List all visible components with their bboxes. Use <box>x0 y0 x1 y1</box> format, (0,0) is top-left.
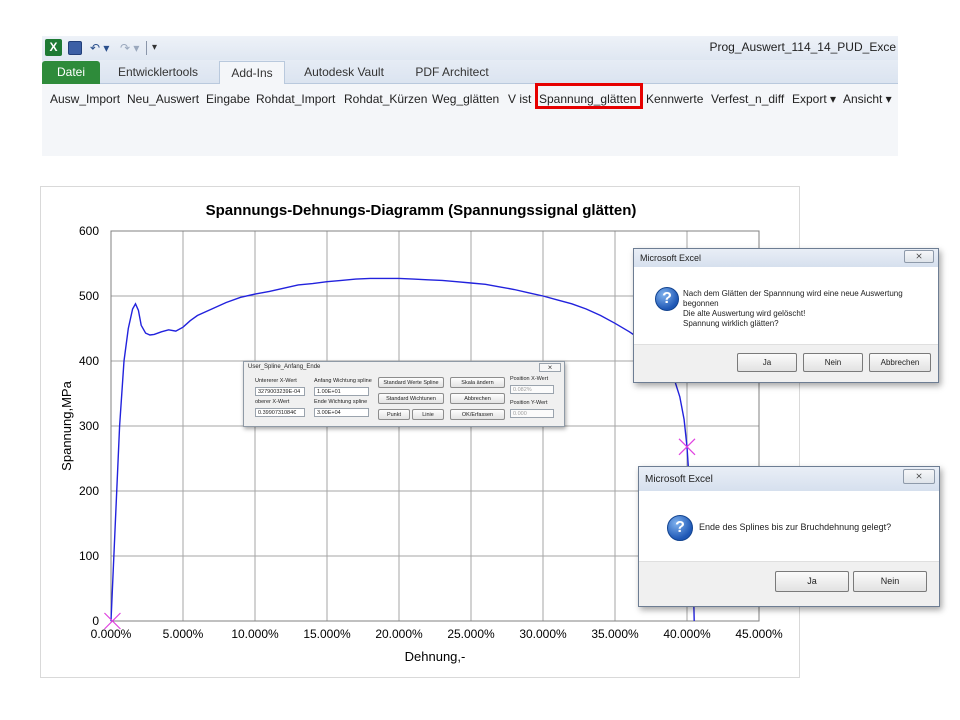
yes-button[interactable]: Ja <box>737 353 797 372</box>
y-tick-label: 400 <box>79 354 99 368</box>
x-tick-label: 30.000% <box>519 627 567 641</box>
cmd-rohdat-kuerzen[interactable]: Rohdat_Kürzen <box>344 91 427 107</box>
line-button[interactable]: Linie <box>412 409 444 420</box>
start-weight-input[interactable]: 1.00E+01 <box>314 387 369 396</box>
cmd-kennwerte[interactable]: Kennwerte <box>646 91 703 107</box>
standard-weights-button[interactable]: Standard Wichtunen <box>378 393 444 404</box>
cmd-ausw-import[interactable]: Ausw_Import <box>50 91 120 107</box>
excel-icon: X <box>45 39 62 56</box>
cmd-rohdat-import[interactable]: Rohdat_Import <box>256 91 335 107</box>
scale-button[interactable]: Skala ändern <box>450 377 505 388</box>
lower-x-input[interactable]: 3279003239E-04 <box>255 387 305 396</box>
upper-x-input[interactable]: 0.3990731084€ <box>255 408 305 417</box>
x-axis-label: Dehnung,- <box>405 649 466 664</box>
x-tick-label: 10.000% <box>231 627 279 641</box>
markers <box>104 438 696 630</box>
cancel-button[interactable]: Abbrechen <box>450 393 505 404</box>
msgbox-footer: Ja Nein <box>639 561 939 606</box>
cmd-ansicht-dropdown[interactable]: Ansicht ▾ <box>843 91 892 107</box>
customize-qat-icon[interactable]: ▾ <box>152 40 157 56</box>
undo-icon[interactable]: ↶ ▾ <box>90 40 109 56</box>
standard-spline-button[interactable]: Standard Werte Spline <box>378 377 444 388</box>
y-tick-label: 600 <box>79 224 99 238</box>
tab-datei[interactable]: Datei <box>42 61 100 84</box>
y-tick-label: 100 <box>79 549 99 563</box>
tab-autodesk-vault[interactable]: Autodesk Vault <box>292 61 396 84</box>
end-weight-label: Ende Wichtung spline <box>314 399 368 405</box>
title-bar: X ↶ ▾ ↷ ▾ ▾ Prog_Auswert_114_14_PUD_Exce <box>42 36 898 60</box>
y-tick-label: 500 <box>79 289 99 303</box>
x-tick-label: 45.000% <box>735 627 783 641</box>
cancel-button[interactable]: Abbrechen <box>869 353 931 372</box>
upper-x-label: oberer X-Wert <box>255 399 290 405</box>
tab-add-ins[interactable]: Add-Ins <box>219 61 285 84</box>
cmd-neu-auswert[interactable]: Neu_Auswert <box>127 91 199 107</box>
lower-x-label: Untererer X-Wert <box>255 378 297 384</box>
start-weight-label: Anfang Wichtung spline <box>314 378 372 384</box>
no-button[interactable]: Nein <box>853 571 927 592</box>
msgbox-line: Spannung wirklich glätten? <box>683 319 779 328</box>
ribbon-tabs: Datei Entwicklertools Add-Ins Autodesk V… <box>42 60 898 84</box>
close-icon[interactable]: ⨯ <box>904 250 934 263</box>
x-tick-label: 20.000% <box>375 627 423 641</box>
close-icon[interactable]: ⨯ <box>539 363 561 372</box>
yes-button[interactable]: Ja <box>775 571 849 592</box>
point-button[interactable]: Punkt <box>378 409 410 420</box>
position-y-readout: 0.000 <box>510 409 554 418</box>
window-title: Prog_Auswert_114_14_PUD_Exce <box>709 40 896 54</box>
cmd-eingabe[interactable]: Eingabe <box>206 91 250 107</box>
y-tick-label: 200 <box>79 484 99 498</box>
cmd-v-ist[interactable]: V ist <box>508 91 531 107</box>
x-tick-label: 25.000% <box>447 627 495 641</box>
series-line <box>110 277 695 622</box>
msgbox-message: Nach dem Glätten der Spannnung wird eine… <box>683 289 933 329</box>
chart-title: Spannungs-Dehnungs-Diagramm (Spannungssi… <box>206 202 637 219</box>
add-ins-commands: Ausw_Import Neu_Auswert Eingabe Rohdat_I… <box>42 88 898 110</box>
cmd-export-dropdown[interactable]: Export ▾ <box>792 91 836 107</box>
end-weight-input[interactable]: 3.00E+04 <box>314 408 369 417</box>
ok-button[interactable]: OK/Erfassen <box>450 409 505 420</box>
msgbox-line: begonnen <box>683 299 719 308</box>
x-tick-label: 0.000% <box>91 627 132 641</box>
cmd-weg-glaetten[interactable]: Weg_glätten <box>432 91 499 107</box>
ribbon: X ↶ ▾ ↷ ▾ ▾ Prog_Auswert_114_14_PUD_Exce… <box>42 36 898 156</box>
close-icon[interactable]: ⨯ <box>903 469 935 484</box>
msgbox-line: Die alte Auswertung wird gelöscht! <box>683 309 806 318</box>
position-x-label: Position X-Wert <box>510 376 549 382</box>
position-x-readout: 0.082% <box>510 385 554 394</box>
tab-pdf-architect[interactable]: PDF Architect <box>402 61 502 84</box>
y-tick-label: 300 <box>79 419 99 433</box>
msgbox-spline-end: Microsoft Excel ⨯ ? Ende des Splines bis… <box>638 466 940 607</box>
position-y-label: Position Y-Wert <box>510 400 548 406</box>
question-icon: ? <box>667 515 693 541</box>
msgbox-message: Ende des Splines bis zur Bruchdehnung ge… <box>699 522 892 532</box>
no-button[interactable]: Nein <box>803 353 863 372</box>
msgbox-footer: Ja Nein Abbrechen <box>634 344 938 382</box>
highlight-box <box>535 83 643 109</box>
tab-entwicklertools[interactable]: Entwicklertools <box>108 61 208 84</box>
x-tick-label: 35.000% <box>591 627 639 641</box>
qat-separator <box>146 41 147 55</box>
msgbox-title: Microsoft Excel <box>640 253 702 263</box>
y-axis-label: Spannung,MPa <box>59 380 74 470</box>
y-tick-labels: 0 100 200 300 400 500 600 <box>79 224 99 628</box>
msgbox-title: Microsoft Excel <box>645 474 713 485</box>
msgbox-confirm-smoothing: Microsoft Excel ⨯ ? Nach dem Glätten der… <box>633 248 939 383</box>
save-icon[interactable] <box>68 41 82 55</box>
x-tick-label: 40.000% <box>663 627 711 641</box>
msgbox-line: Nach dem Glätten der Spannnung wird eine… <box>683 289 903 298</box>
redo-icon[interactable]: ↷ ▾ <box>120 40 139 56</box>
cmd-verfest-n-diff[interactable]: Verfest_n_diff <box>711 91 784 107</box>
msgbox-titlebar: Microsoft Excel ⨯ <box>639 467 939 491</box>
x-tick-labels: 0.000% 5.000% 10.000% 15.000% 20.000% 25.000%… <box>91 627 783 641</box>
x-tick-label: 15.000% <box>303 627 351 641</box>
y-tick-label: 0 <box>92 614 99 628</box>
userform-title: User_Spline_Anfang_Ende <box>248 364 321 370</box>
userform-spline: User_Spline_Anfang_Ende ⨯ Untererer X-We… <box>243 361 565 427</box>
question-icon: ? <box>655 287 679 311</box>
x-tick-label: 5.000% <box>163 627 204 641</box>
msgbox-titlebar: Microsoft Excel ⨯ <box>634 249 938 267</box>
